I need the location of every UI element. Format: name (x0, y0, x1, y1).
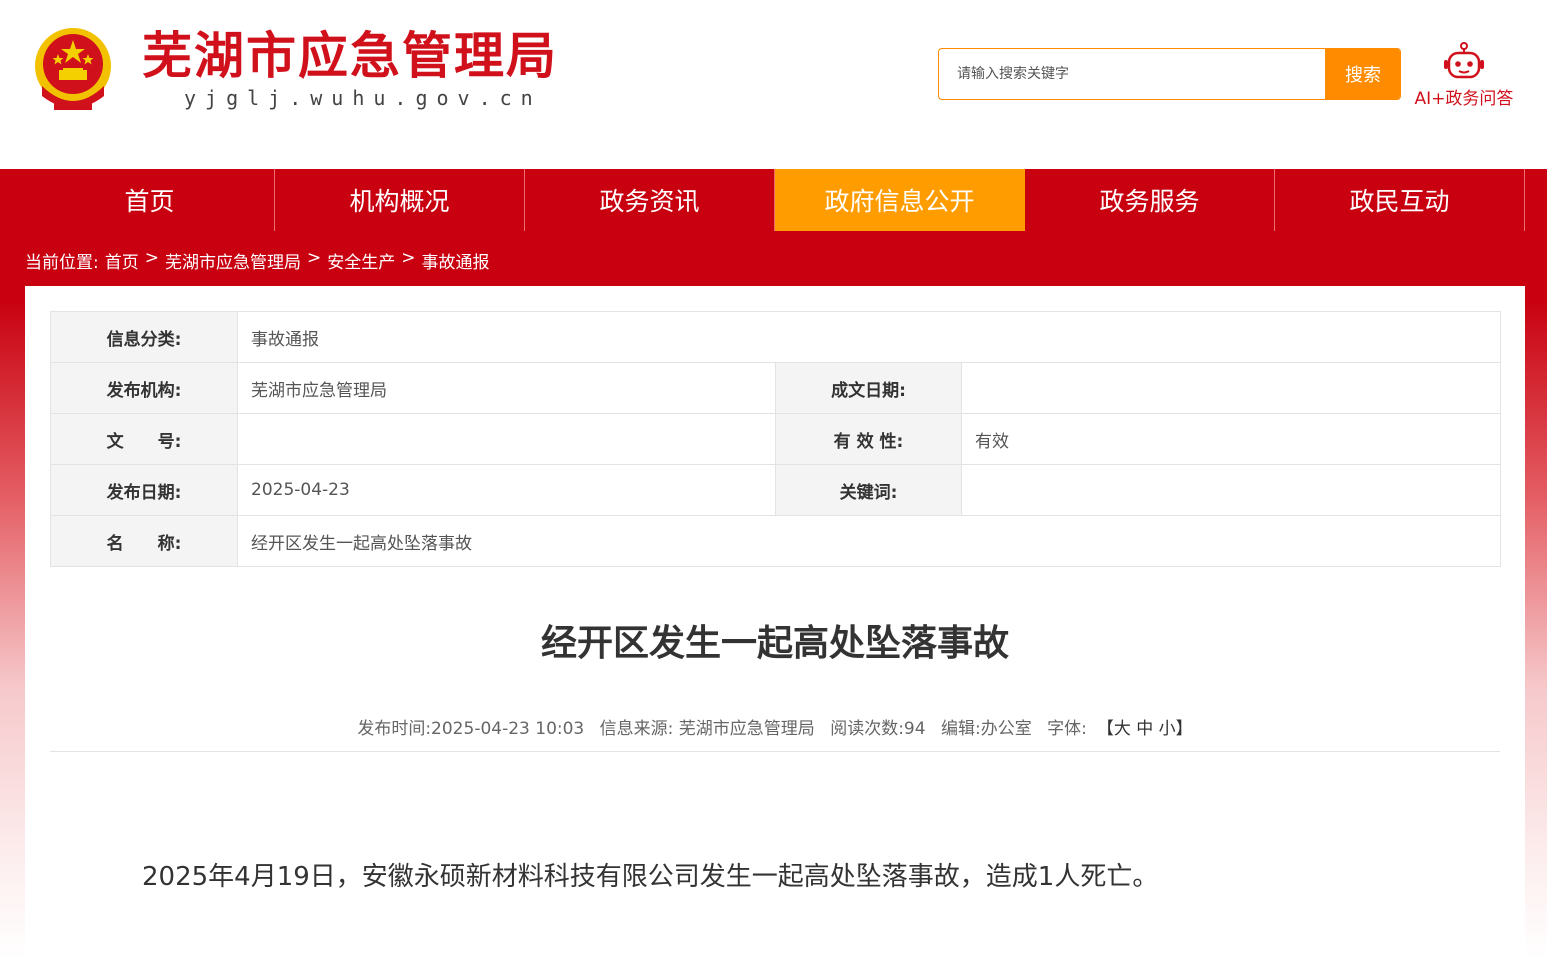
robot-icon (1444, 42, 1484, 79)
main-content: 信息分类: 事故通报 发布机构: 芜湖市应急管理局 成文日期: 文 号: 有 效… (25, 286, 1525, 959)
breadcrumb-separator: > (306, 248, 322, 268)
font-size-switcher[interactable]: 【大 中 小】 (1097, 719, 1193, 739)
breadcrumb-prefix: 当前位置: (25, 253, 99, 273)
info-table: 信息分类: 事故通报 发布机构: 芜湖市应急管理局 成文日期: 文 号: 有 效… (50, 311, 1502, 567)
article-title: 经开区发生一起高处坠落事故 (540, 623, 1009, 664)
editor: 编辑:办公室 (940, 719, 1032, 739)
name-value: 经开区发生一起高处坠落事故 (236, 515, 1502, 567)
keywords-value (960, 464, 1502, 516)
article-body: 2025年4月19日，安徽永硕新材料科技有限公司发生一起高处坠落事故，造成1人死… (142, 862, 1159, 892)
breadcrumb: 当前位置: 首页 > 芜湖市应急管理局 > 安全生产 > 事故通报 (25, 248, 489, 273)
nav-item-organization[interactable]: 机构概况 (275, 169, 525, 231)
breadcrumb-separator: > (401, 248, 416, 268)
validity-label: 有 效 性: (775, 413, 962, 465)
org-value: 芜湖市应急管理局 (237, 362, 776, 414)
doc-number-value (237, 413, 776, 465)
site-domain: yjglj.wuhu.gov.cn (184, 86, 542, 110)
site-title[interactable]: 芜湖市应急管理局 (142, 16, 558, 88)
article-meta: 发布时间:2025-04-23 10:03 信息来源: 芜湖市应急管理局 阅读次… (25, 714, 1525, 739)
divider (50, 751, 1500, 752)
written-date-label: 成文日期: (775, 362, 962, 414)
ai-qa-label: AI+政务问答 (1414, 89, 1514, 109)
written-date-value (960, 362, 1502, 414)
site-header: 芜湖市应急管理局 yjglj.wuhu.gov.cn 搜索 AI+政务问答 (0, 0, 1547, 169)
breadcrumb-link-home[interactable]: 首页 (105, 248, 139, 273)
main-nav: 首页 机构概况 政务资讯 政府信息公开 政务服务 政民互动 (25, 169, 1525, 231)
nav-item-home[interactable]: 首页 (25, 169, 275, 231)
search-input[interactable] (939, 49, 1325, 99)
table-row: 发布机构: 芜湖市应急管理局 成文日期: (50, 362, 1502, 414)
breadcrumb-link-accident[interactable]: 事故通报 (421, 248, 489, 273)
table-row: 发布日期: 2025-04-23 关键词: (50, 464, 1502, 516)
table-row: 信息分类: 事故通报 (50, 311, 1502, 363)
publish-date-label: 发布日期: (50, 464, 238, 516)
font-size-label: 字体: (1047, 719, 1087, 739)
table-row: 文 号: 有 效 性: 有效 (50, 413, 1502, 465)
validity-value: 有效 (960, 413, 1502, 465)
breadcrumb-link-safety[interactable]: 安全生产 (327, 248, 395, 273)
keywords-label: 关键词: (775, 464, 962, 516)
nav-item-news[interactable]: 政务资讯 (525, 169, 775, 231)
search-box: 搜索 (938, 48, 1401, 100)
ai-qa-link[interactable]: AI+政务问答 (1408, 42, 1520, 112)
org-label: 发布机构: (50, 362, 238, 414)
nav-item-services[interactable]: 政务服务 (1025, 169, 1275, 231)
table-row: 名 称: 经开区发生一起高处坠落事故 (50, 515, 1502, 567)
breadcrumb-separator: > (144, 248, 159, 268)
search-button[interactable]: 搜索 (1325, 49, 1400, 99)
view-count: 阅读次数:94 (830, 719, 926, 739)
nav-item-gov-info[interactable]: 政府信息公开 (775, 169, 1025, 231)
info-source: 信息来源: 芜湖市应急管理局 (599, 719, 815, 739)
publish-time: 发布时间:2025-04-23 10:03 (357, 719, 585, 739)
category-value: 事故通报 (236, 311, 1502, 363)
doc-number-label: 文 号: (50, 413, 238, 465)
name-label: 名 称: (50, 515, 238, 567)
nav-item-interaction[interactable]: 政民互动 (1275, 169, 1525, 231)
national-emblem-icon[interactable] (32, 24, 114, 112)
category-label: 信息分类: (50, 311, 238, 363)
publish-date-value: 2025-04-23 (237, 464, 776, 516)
breadcrumb-link-bureau[interactable]: 芜湖市应急管理局 (165, 248, 301, 273)
